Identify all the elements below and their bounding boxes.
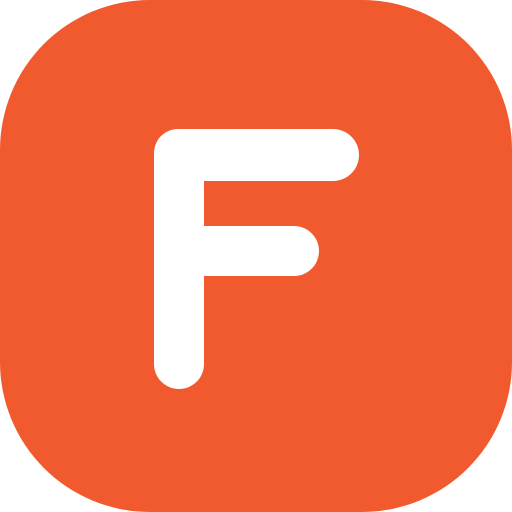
app-icon — [0, 0, 512, 512]
app-icon-graphic — [0, 0, 512, 512]
